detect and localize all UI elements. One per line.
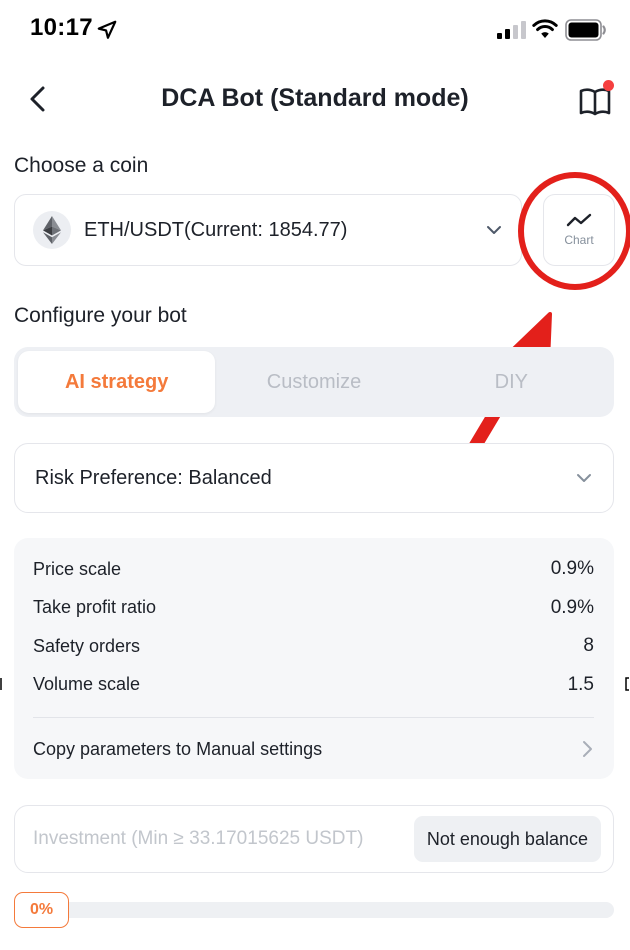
battery-icon — [565, 19, 606, 41]
notification-dot — [603, 80, 614, 91]
investment-field: Not enough balance — [14, 805, 614, 873]
param-value: 0.9% — [550, 558, 594, 580]
page-title: DCA Bot (Standard mode) — [161, 84, 469, 112]
param-row-volume-scale: Volume scale 1.5 — [33, 666, 594, 705]
status-bar: 10:17 — [0, 0, 630, 62]
param-label: Safety orders — [33, 635, 141, 656]
parameters-card: Price scale 0.9% Take profit ratio 0.9% … — [14, 538, 614, 779]
chevron-down-icon — [487, 226, 501, 234]
not-enough-balance-button[interactable]: Not enough balance — [413, 816, 601, 862]
tab-ai-strategy[interactable]: AI strategy — [18, 351, 216, 413]
strategy-tab-bar: AI strategy Customize DIY — [14, 347, 614, 417]
tab-customize[interactable]: Customize — [215, 351, 412, 413]
param-row-price-scale: Price scale 0.9% — [33, 550, 594, 589]
param-value: 8 — [583, 635, 594, 657]
annotation-circle — [518, 172, 630, 290]
investment-percent-badge[interactable]: 0% — [14, 892, 69, 928]
edge-mark-left — [0, 678, 2, 690]
choose-coin-title: Choose a coin — [14, 154, 149, 177]
eth-icon — [33, 211, 71, 249]
param-row-safety-orders: Safety orders 8 — [33, 627, 594, 666]
param-label: Volume scale — [33, 674, 141, 695]
chevron-down-icon — [577, 474, 591, 482]
guide-button[interactable] — [574, 80, 616, 120]
investment-input[interactable] — [33, 828, 414, 850]
wifi-icon — [532, 19, 558, 38]
param-value: 1.5 — [567, 673, 594, 695]
param-label: Price scale — [33, 558, 122, 579]
risk-preference-select[interactable]: Risk Preference: Balanced — [14, 443, 614, 513]
investment-slider-track[interactable] — [62, 902, 614, 918]
risk-preference-label: Risk Preference: Balanced — [35, 466, 272, 489]
param-value: 0.9% — [550, 596, 594, 618]
coin-selector[interactable]: ETH/USDT(Current: 1854.77) — [14, 194, 522, 266]
configure-bot-title: Configure your bot — [14, 304, 187, 327]
param-label: Take profit ratio — [33, 597, 157, 618]
copy-parameters-button[interactable]: Copy parameters to Manual settings — [33, 718, 594, 780]
chevron-right-icon — [583, 741, 592, 757]
signal-icon — [497, 21, 526, 39]
edge-mark-right — [625, 677, 629, 691]
tab-diy[interactable]: DIY — [413, 351, 610, 413]
location-arrow-icon — [97, 20, 117, 39]
param-row-take-profit-ratio: Take profit ratio 0.9% — [33, 589, 594, 628]
copy-parameters-label: Copy parameters to Manual settings — [33, 738, 323, 759]
status-time: 10:17 — [30, 14, 93, 41]
selected-coin-label: ETH/USDT(Current: 1854.77) — [84, 218, 348, 241]
